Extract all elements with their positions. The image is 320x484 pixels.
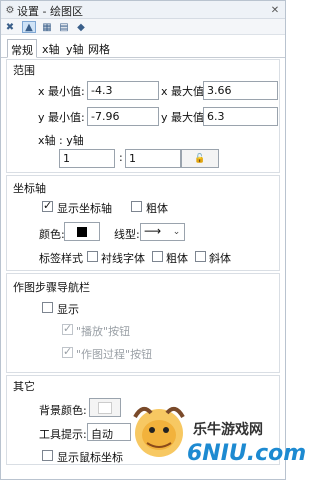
range-title: 范围 [13, 64, 35, 77]
tab-y-axis[interactable]: y轴 [63, 39, 87, 58]
nav-show-label: 显示 [57, 303, 79, 316]
range-section: 范围 x 最小值: -4.3 x 最大值: 3.66 y 最小值: -7.96 … [6, 59, 280, 173]
grid-icon[interactable]: ▤ [57, 21, 71, 33]
y-min-input[interactable]: -7.96 [87, 107, 159, 126]
axes-title: 坐标轴 [13, 182, 46, 195]
ratio-x-input[interactable]: 1 [59, 149, 115, 168]
tab-x-axis[interactable]: x轴 [39, 39, 63, 58]
bg-color-swatch [98, 401, 112, 414]
axes-color-swatch [77, 226, 87, 237]
nav-section: 作图步骤导航栏 显示 "播放"按钮 "作图过程"按钮 [6, 273, 280, 373]
y-min-label: y 最小值: [38, 111, 85, 124]
tooltip-label: 工具提示: [39, 428, 87, 441]
axes-bold-label: 粗体 [146, 202, 168, 215]
show-cursor-label: 显示鼠标坐标 [57, 451, 123, 464]
show-cursor-checkbox[interactable] [42, 450, 53, 461]
window-title: 设置 - 绘图区 [17, 5, 83, 18]
process-button-label: "作图过程"按钮 [76, 348, 153, 361]
linetype-value: ⟶ [144, 224, 162, 238]
bg-color-label: 背景颜色: [39, 404, 87, 417]
serif-checkbox[interactable] [87, 251, 98, 262]
toolbar: ✖ ▲ ▦ ▤ ◆ [1, 19, 285, 35]
chart-icon[interactable]: ▲ [22, 21, 36, 33]
y-max-input[interactable]: 6.3 [203, 107, 278, 126]
palette-icon[interactable]: ◆ [74, 21, 88, 33]
lock-button[interactable]: 🔓 [181, 149, 219, 168]
axes-color-button[interactable] [64, 222, 100, 241]
lock-icon: 🔓 [194, 153, 206, 164]
show-axes-checkbox[interactable] [42, 199, 53, 212]
ratio-y-input[interactable]: 1 [125, 149, 181, 168]
linetype-label: 线型: [114, 228, 140, 241]
label-bold-label: 粗体 [166, 252, 188, 265]
other-title: 其它 [13, 380, 35, 393]
tooltip-value: 自动 [91, 428, 113, 441]
axes-bold-checkbox[interactable] [131, 201, 142, 212]
gear-icon: ⚙ [5, 4, 15, 16]
watermark-brand: 乐牛游戏网 [193, 422, 263, 438]
process-button-checkbox[interactable] [62, 345, 73, 358]
serif-label: 衬线字体 [101, 252, 145, 265]
x-min-label: x 最小值: [38, 85, 85, 98]
axes-section: 坐标轴 显示坐标轴 粗体 颜色: 线型: ⟶ ⌄ 标签样式 衬线字体 粗体 斜体 [6, 175, 280, 271]
close-icon[interactable]: ✖ [3, 21, 17, 33]
x-min-input[interactable]: -4.3 [87, 81, 159, 100]
linetype-dropdown[interactable]: ⟶ ⌄ [140, 223, 185, 241]
show-axes-label: 显示坐标轴 [57, 202, 112, 215]
close-icon[interactable]: ✕ [269, 4, 281, 16]
bg-color-button[interactable] [89, 398, 121, 417]
watermark-logo [133, 406, 185, 457]
settings-window: ⚙ 设置 - 绘图区 ✕ ✖ ▲ ▦ ▤ ◆ 常规 x轴 y轴 网格 范围 x … [0, 0, 306, 481]
x-max-label: x 最大值: [161, 85, 208, 98]
ratio-label: x轴 : y轴 [38, 134, 84, 147]
play-button-label: "播放"按钮 [76, 325, 131, 338]
play-button-checkbox[interactable] [62, 322, 73, 335]
label-bold-checkbox[interactable] [152, 251, 163, 262]
layout-icon[interactable]: ▦ [40, 21, 54, 33]
chevron-down-icon: ⌄ [172, 227, 181, 237]
y-max-label: y 最大值: [161, 111, 208, 124]
axes-color-label: 颜色: [39, 228, 65, 241]
tab-general[interactable]: 常规 [7, 39, 37, 58]
label-style-label: 标签样式 [39, 252, 83, 265]
nav-title: 作图步骤导航栏 [13, 281, 90, 294]
nav-show-checkbox[interactable] [42, 302, 53, 313]
site-watermark: 乐牛游戏网 6NIU.com [125, 397, 306, 481]
x-max-input[interactable]: 3.66 [203, 81, 278, 100]
tab-grid[interactable]: 网格 [85, 39, 113, 58]
italic-checkbox[interactable] [195, 251, 206, 262]
ratio-separator: : [119, 151, 123, 164]
title-bar: ⚙ 设置 - 绘图区 ✕ [1, 1, 285, 19]
tab-bar: 常规 x轴 y轴 网格 [1, 35, 285, 58]
italic-label: 斜体 [209, 252, 231, 265]
watermark-logo-text: 6NIU.com [187, 441, 307, 466]
